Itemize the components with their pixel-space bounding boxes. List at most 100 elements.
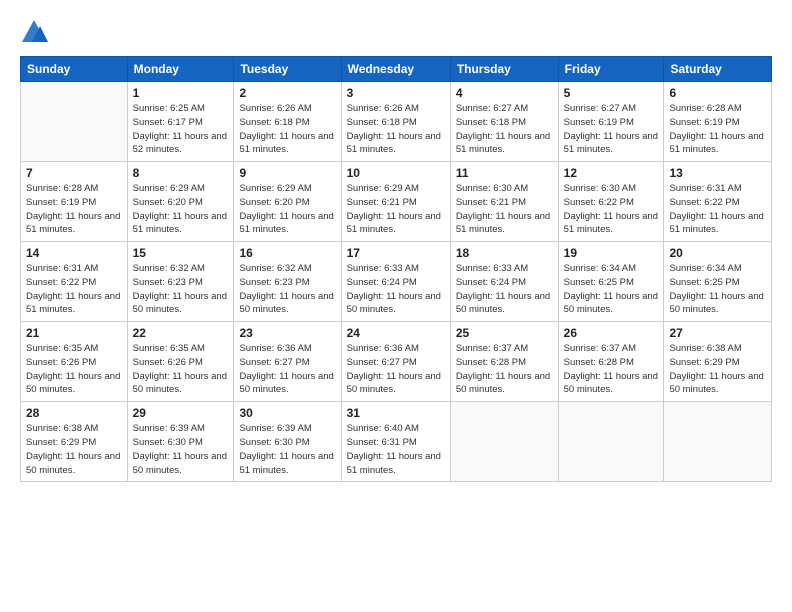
day-number: 26 (564, 326, 659, 340)
calendar-cell: 26 Sunrise: 6:37 AM Sunset: 6:28 PM Dayli… (558, 322, 664, 402)
calendar-cell: 15Sunrise: 6:32 AM Sunset: 6:23 PM Dayli… (127, 242, 234, 322)
calendar-header-sunday: Sunday (21, 57, 128, 82)
day-number: 1 (133, 86, 229, 100)
calendar-cell: 17 Sunrise: 6:33 AM Sunset: 6:24 PM Dayli… (341, 242, 450, 322)
logo-icon (20, 18, 48, 46)
calendar-cell: 11 Sunrise: 6:30 AM Sunset: 6:21 PM Dayli… (450, 162, 558, 242)
calendar-header-saturday: Saturday (664, 57, 772, 82)
day-number: 7 (26, 166, 122, 180)
calendar-header-row: SundayMondayTuesdayWednesdayThursdayFrid… (21, 57, 772, 82)
day-info: Sunrise: 6:39 AM Sunset: 6:30 PM Dayligh… (133, 422, 229, 477)
day-info: Sunrise: 6:37 AM Sunset: 6:28 PM Dayligh… (564, 342, 659, 397)
calendar-cell: 29 Sunrise: 6:39 AM Sunset: 6:30 PM Dayli… (127, 402, 234, 482)
calendar-cell (558, 402, 664, 482)
calendar-week-row: 1 Sunrise: 6:25 AM Sunset: 6:17 PM Daylig… (21, 82, 772, 162)
day-info: Sunrise: 6:33 AM Sunset: 6:24 PM Dayligh… (456, 262, 553, 317)
day-number: 2 (239, 86, 335, 100)
day-number: 17 (347, 246, 445, 260)
day-info: Sunrise: 6:27 AM Sunset: 6:18 PM Dayligh… (456, 102, 553, 157)
day-number: 11 (456, 166, 553, 180)
calendar-cell: 4 Sunrise: 6:27 AM Sunset: 6:18 PM Daylig… (450, 82, 558, 162)
day-info: Sunrise: 6:36 AM Sunset: 6:27 PM Dayligh… (239, 342, 335, 397)
day-info: Sunrise: 6:29 AM Sunset: 6:21 PM Dayligh… (347, 182, 445, 237)
day-number: 24 (347, 326, 445, 340)
calendar-week-row: 7 Sunrise: 6:28 AM Sunset: 6:19 PM Daylig… (21, 162, 772, 242)
calendar-cell: 2 Sunrise: 6:26 AM Sunset: 6:18 PM Daylig… (234, 82, 341, 162)
calendar-header-monday: Monday (127, 57, 234, 82)
calendar-cell: 12Sunrise: 6:30 AM Sunset: 6:22 PM Dayli… (558, 162, 664, 242)
day-number: 6 (669, 86, 766, 100)
day-info: Sunrise: 6:30 AM Sunset: 6:21 PM Dayligh… (456, 182, 553, 237)
day-info: Sunrise: 6:27 AM Sunset: 6:19 PM Dayligh… (564, 102, 659, 157)
calendar-cell (21, 82, 128, 162)
calendar-cell: 28 Sunrise: 6:38 AM Sunset: 6:29 PM Dayli… (21, 402, 128, 482)
day-info: Sunrise: 6:39 AM Sunset: 6:30 PM Dayligh… (239, 422, 335, 477)
calendar-cell (450, 402, 558, 482)
calendar-week-row: 21 Sunrise: 6:35 AM Sunset: 6:26 PM Dayli… (21, 322, 772, 402)
day-number: 27 (669, 326, 766, 340)
calendar-header-thursday: Thursday (450, 57, 558, 82)
calendar-cell: 27 Sunrise: 6:38 AM Sunset: 6:29 PM Dayli… (664, 322, 772, 402)
day-info: Sunrise: 6:31 AM Sunset: 6:22 PM Dayligh… (26, 262, 122, 317)
calendar-cell: 16Sunrise: 6:32 AM Sunset: 6:23 PM Dayli… (234, 242, 341, 322)
calendar-cell: 5 Sunrise: 6:27 AM Sunset: 6:19 PM Daylig… (558, 82, 664, 162)
logo (20, 18, 52, 46)
calendar-cell: 6Sunrise: 6:28 AM Sunset: 6:19 PM Daylig… (664, 82, 772, 162)
day-number: 19 (564, 246, 659, 260)
day-info: Sunrise: 6:32 AM Sunset: 6:23 PM Dayligh… (239, 262, 335, 317)
day-number: 5 (564, 86, 659, 100)
day-info: Sunrise: 6:38 AM Sunset: 6:29 PM Dayligh… (26, 422, 122, 477)
day-info: Sunrise: 6:40 AM Sunset: 6:31 PM Dayligh… (347, 422, 445, 477)
calendar-cell: 18Sunrise: 6:33 AM Sunset: 6:24 PM Dayli… (450, 242, 558, 322)
day-number: 25 (456, 326, 553, 340)
day-info: Sunrise: 6:37 AM Sunset: 6:28 PM Dayligh… (456, 342, 553, 397)
day-info: Sunrise: 6:32 AM Sunset: 6:23 PM Dayligh… (133, 262, 229, 317)
calendar-header-friday: Friday (558, 57, 664, 82)
day-info: Sunrise: 6:29 AM Sunset: 6:20 PM Dayligh… (133, 182, 229, 237)
day-info: Sunrise: 6:36 AM Sunset: 6:27 PM Dayligh… (347, 342, 445, 397)
day-number: 9 (239, 166, 335, 180)
day-number: 22 (133, 326, 229, 340)
calendar-cell: 25 Sunrise: 6:37 AM Sunset: 6:28 PM Dayli… (450, 322, 558, 402)
calendar-cell: 9Sunrise: 6:29 AM Sunset: 6:20 PM Daylig… (234, 162, 341, 242)
day-number: 30 (239, 406, 335, 420)
day-number: 28 (26, 406, 122, 420)
calendar-cell: 3Sunrise: 6:26 AM Sunset: 6:18 PM Daylig… (341, 82, 450, 162)
calendar-cell: 23 Sunrise: 6:36 AM Sunset: 6:27 PM Dayli… (234, 322, 341, 402)
day-info: Sunrise: 6:35 AM Sunset: 6:26 PM Dayligh… (26, 342, 122, 397)
calendar-cell: 10 Sunrise: 6:29 AM Sunset: 6:21 PM Dayli… (341, 162, 450, 242)
day-number: 4 (456, 86, 553, 100)
day-info: Sunrise: 6:31 AM Sunset: 6:22 PM Dayligh… (669, 182, 766, 237)
day-info: Sunrise: 6:28 AM Sunset: 6:19 PM Dayligh… (26, 182, 122, 237)
calendar-week-row: 28 Sunrise: 6:38 AM Sunset: 6:29 PM Dayli… (21, 402, 772, 482)
calendar-cell: 22 Sunrise: 6:35 AM Sunset: 6:26 PM Dayli… (127, 322, 234, 402)
day-number: 29 (133, 406, 229, 420)
calendar-header-tuesday: Tuesday (234, 57, 341, 82)
day-number: 31 (347, 406, 445, 420)
calendar-cell: 1 Sunrise: 6:25 AM Sunset: 6:17 PM Daylig… (127, 82, 234, 162)
day-number: 23 (239, 326, 335, 340)
day-info: Sunrise: 6:35 AM Sunset: 6:26 PM Dayligh… (133, 342, 229, 397)
day-number: 13 (669, 166, 766, 180)
calendar-week-row: 14Sunrise: 6:31 AM Sunset: 6:22 PM Dayli… (21, 242, 772, 322)
page: SundayMondayTuesdayWednesdayThursdayFrid… (0, 0, 792, 612)
day-info: Sunrise: 6:38 AM Sunset: 6:29 PM Dayligh… (669, 342, 766, 397)
calendar-cell: 19 Sunrise: 6:34 AM Sunset: 6:25 PM Dayli… (558, 242, 664, 322)
day-number: 8 (133, 166, 229, 180)
calendar-table: SundayMondayTuesdayWednesdayThursdayFrid… (20, 56, 772, 482)
day-number: 12 (564, 166, 659, 180)
day-number: 10 (347, 166, 445, 180)
calendar-cell: 21 Sunrise: 6:35 AM Sunset: 6:26 PM Dayli… (21, 322, 128, 402)
calendar-cell: 7 Sunrise: 6:28 AM Sunset: 6:19 PM Daylig… (21, 162, 128, 242)
day-number: 21 (26, 326, 122, 340)
header (20, 18, 772, 46)
day-info: Sunrise: 6:33 AM Sunset: 6:24 PM Dayligh… (347, 262, 445, 317)
calendar-header-wednesday: Wednesday (341, 57, 450, 82)
day-info: Sunrise: 6:26 AM Sunset: 6:18 PM Dayligh… (239, 102, 335, 157)
day-info: Sunrise: 6:26 AM Sunset: 6:18 PM Dayligh… (347, 102, 445, 157)
day-info: Sunrise: 6:34 AM Sunset: 6:25 PM Dayligh… (564, 262, 659, 317)
calendar-cell: 14Sunrise: 6:31 AM Sunset: 6:22 PM Dayli… (21, 242, 128, 322)
calendar-cell: 20Sunrise: 6:34 AM Sunset: 6:25 PM Dayli… (664, 242, 772, 322)
day-info: Sunrise: 6:25 AM Sunset: 6:17 PM Dayligh… (133, 102, 229, 157)
calendar-cell: 31 Sunrise: 6:40 AM Sunset: 6:31 PM Dayli… (341, 402, 450, 482)
